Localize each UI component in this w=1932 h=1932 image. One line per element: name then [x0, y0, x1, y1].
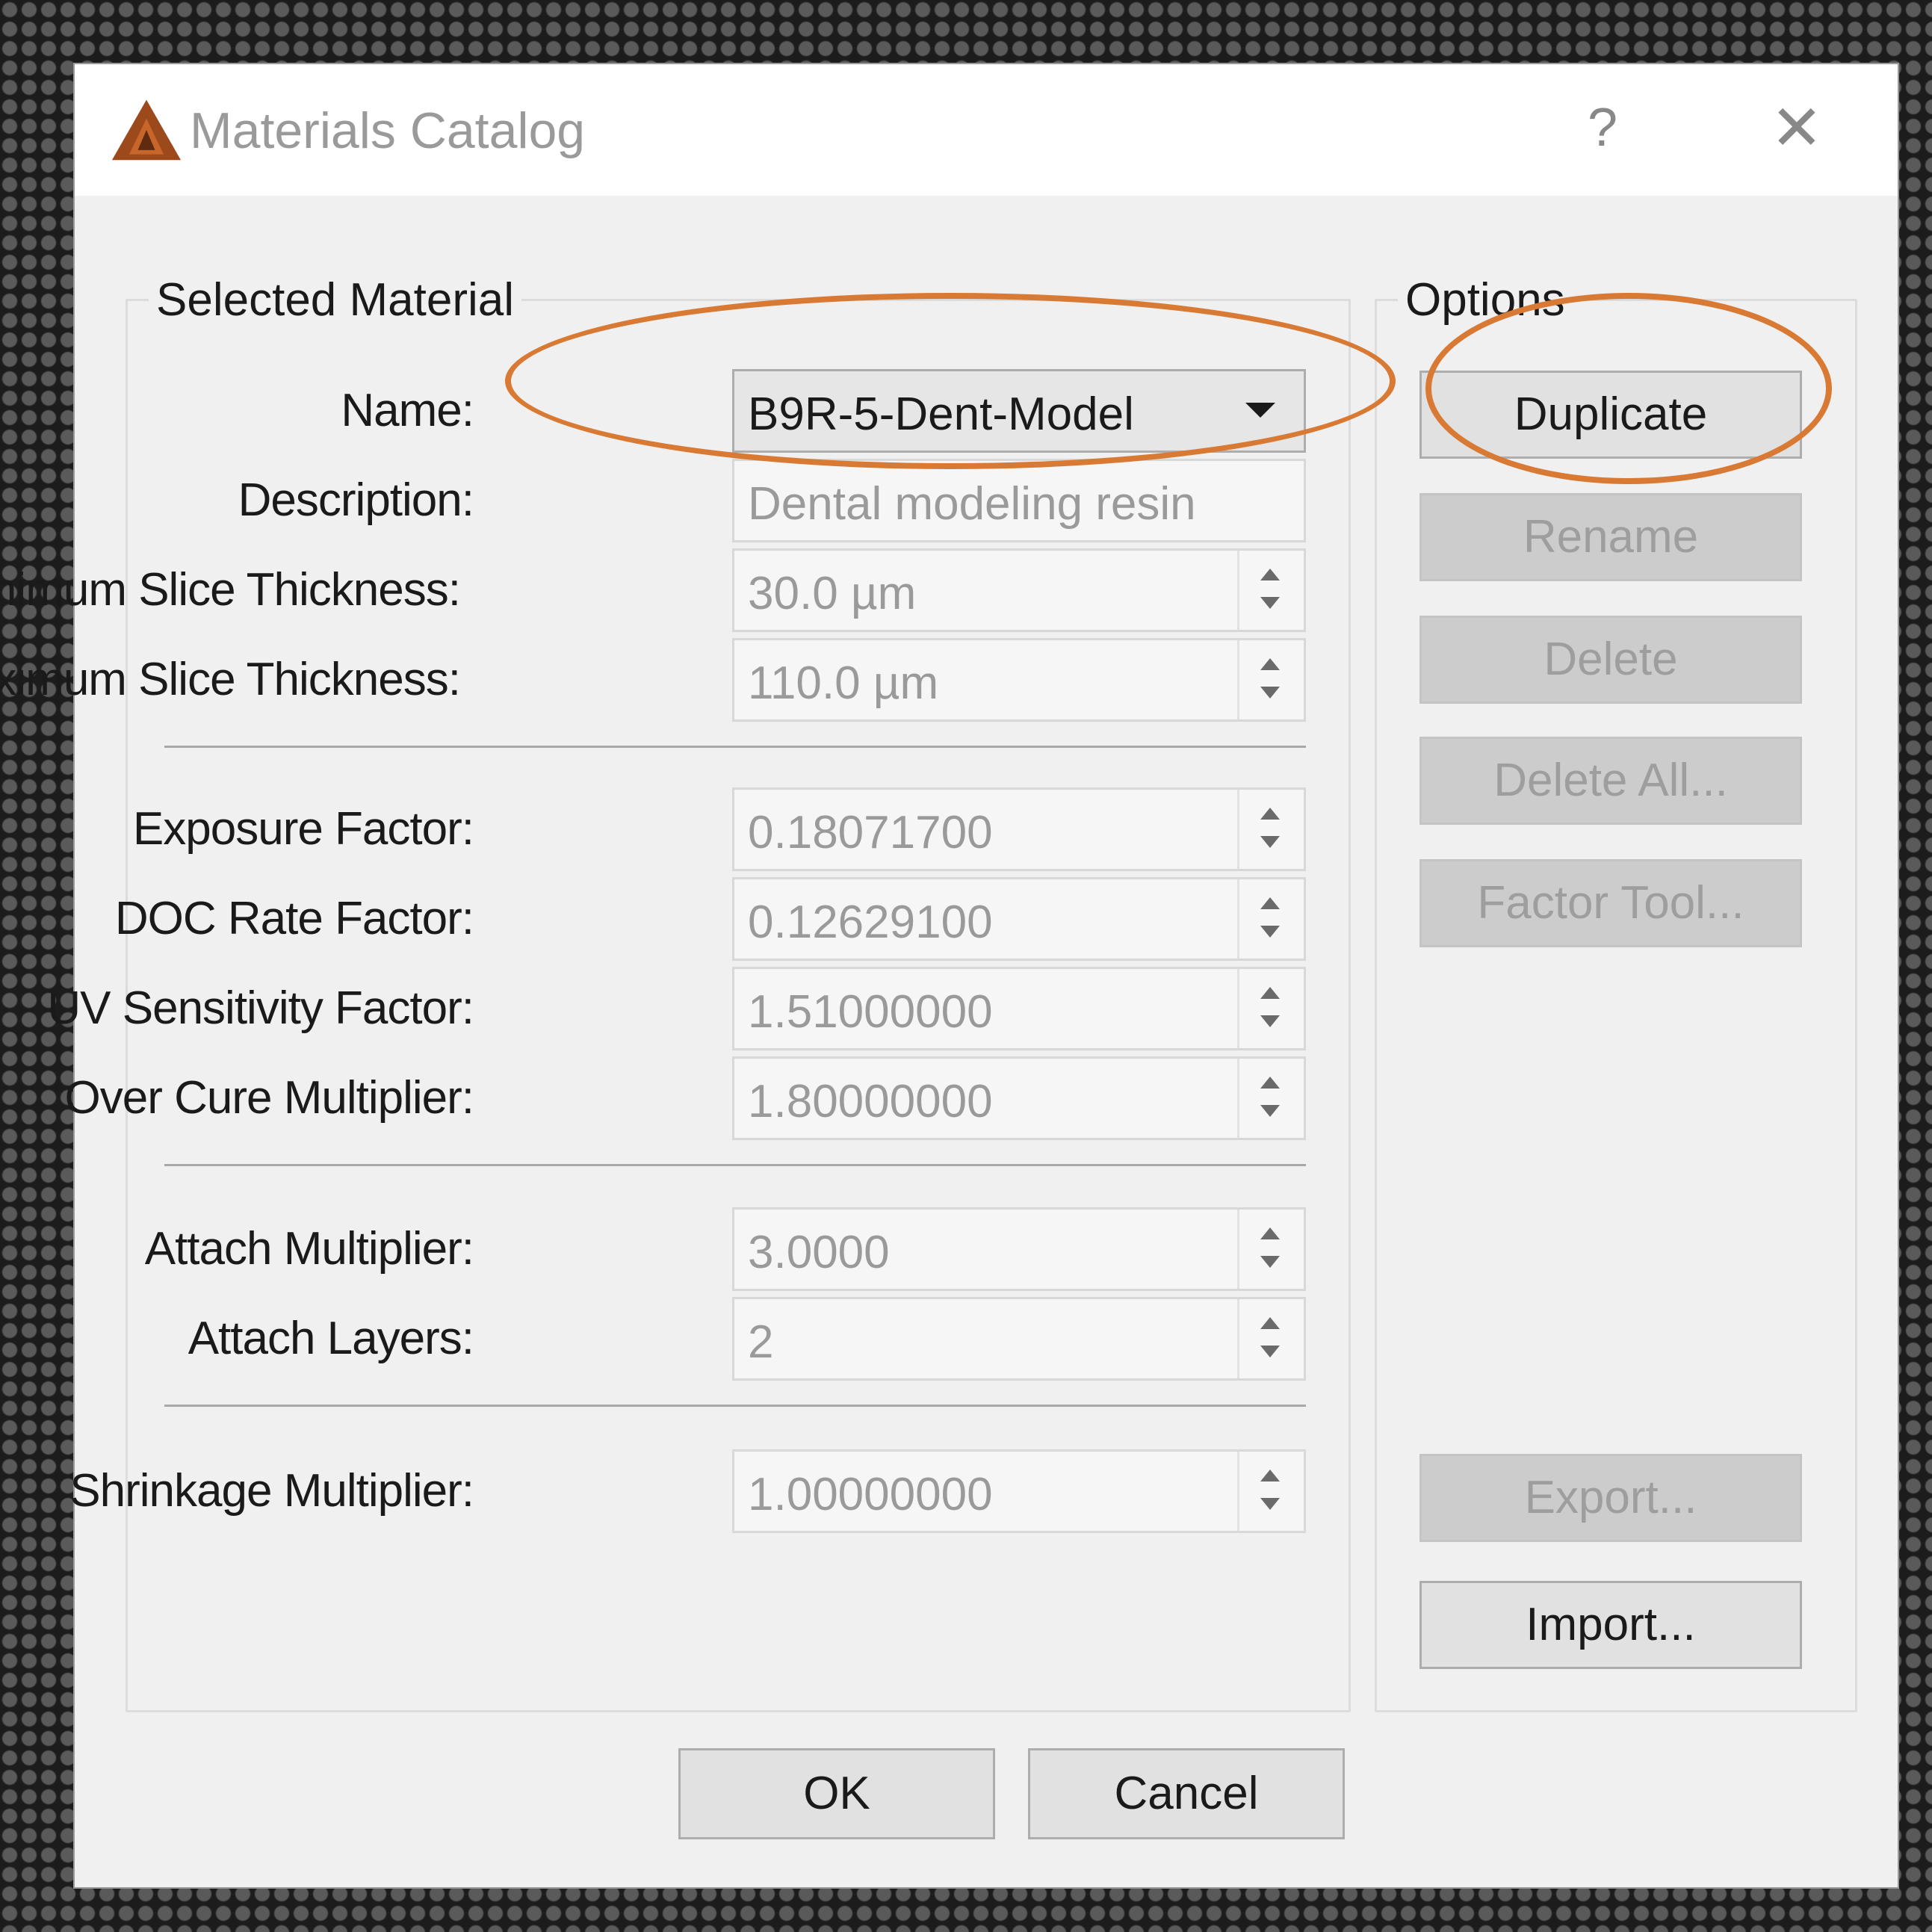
spin-arrows-icon[interactable]: [1237, 790, 1304, 869]
doc-rate-factor-spinbox[interactable]: 0.12629100: [732, 877, 1306, 961]
over-cure-value: 1.80000000: [748, 1076, 993, 1127]
attach-layers-label: Attach Layers:: [188, 1313, 474, 1364]
spin-arrows-icon[interactable]: [1237, 1210, 1304, 1289]
divider: [164, 1405, 1306, 1407]
over-cure-label: Over Cure Multiplier:: [64, 1072, 474, 1124]
options-legend: Options: [1405, 274, 1565, 326]
chevron-down-icon[interactable]: [1245, 403, 1275, 418]
description-field[interactable]: Dental modeling resin: [732, 459, 1306, 542]
doc-rate-factor-value: 0.12629100: [748, 897, 993, 948]
attach-layers-spinbox[interactable]: 2: [732, 1297, 1306, 1381]
name-value: B9R-5-Dent-Model: [748, 388, 1134, 440]
name-row: Name: B9R-5-Dent-Model: [75, 369, 1306, 457]
attach-multiplier-label: Attach Multiplier:: [144, 1223, 474, 1275]
rename-button[interactable]: Rename: [1419, 493, 1802, 581]
spin-arrows-icon[interactable]: [1237, 551, 1304, 630]
max-slice-label: Maximum Slice Thickness:: [0, 654, 461, 705]
exposure-factor-label: Exposure Factor:: [132, 803, 474, 855]
duplicate-button[interactable]: Duplicate: [1419, 371, 1802, 459]
over-cure-spinbox[interactable]: 1.80000000: [732, 1056, 1306, 1140]
exposure-factor-spinbox[interactable]: 0.18071700: [732, 787, 1306, 871]
selected-material-legend: Selected Material: [156, 274, 515, 326]
attach-layers-value: 2: [748, 1316, 774, 1368]
min-slice-spinbox[interactable]: 30.0 µm: [732, 548, 1306, 632]
window-title: Materials Catalog: [190, 102, 586, 159]
ok-button[interactable]: OK: [678, 1748, 995, 1839]
description-label: Description:: [238, 474, 474, 526]
divider: [164, 1164, 1306, 1166]
description-placeholder: Dental modeling resin: [748, 478, 1196, 530]
doc-rate-factor-row: DOC Rate Factor: 0.12629100: [75, 877, 1306, 965]
spin-arrows-icon[interactable]: [1237, 969, 1304, 1048]
cancel-button[interactable]: Cancel: [1028, 1748, 1345, 1839]
name-label: Name:: [341, 385, 474, 436]
spin-arrows-icon[interactable]: [1237, 640, 1304, 719]
attach-layers-row: Attach Layers: 2: [75, 1297, 1306, 1385]
spin-arrows-icon[interactable]: [1237, 1452, 1304, 1531]
min-slice-row: Minimum Slice Thickness: 30.0 µm: [0, 548, 1306, 637]
uv-sensitivity-label: UV Sensitivity Factor:: [47, 982, 474, 1034]
factor-tool-button[interactable]: Factor Tool...: [1419, 859, 1802, 947]
spin-arrows-icon[interactable]: [1237, 1059, 1304, 1138]
doc-rate-factor-label: DOC Rate Factor:: [114, 893, 474, 944]
uv-sensitivity-row: UV Sensitivity Factor: 1.51000000: [47, 967, 1306, 1055]
exposure-factor-row: Exposure Factor: 0.18071700: [75, 787, 1306, 876]
delete-button[interactable]: Delete: [1419, 616, 1802, 704]
close-button[interactable]: ✕: [1763, 94, 1830, 161]
max-slice-row: Maximum Slice Thickness: 110.0 µm: [0, 638, 1306, 726]
divider: [164, 746, 1306, 748]
spin-arrows-icon[interactable]: [1237, 879, 1304, 959]
title-bar: Materials Catalog ? ✕: [75, 64, 1898, 196]
attach-multiplier-spinbox[interactable]: 3.0000: [732, 1207, 1306, 1291]
shrinkage-spinbox[interactable]: 1.00000000: [732, 1449, 1306, 1533]
attach-multiplier-value: 3.0000: [748, 1227, 890, 1278]
shrinkage-row: Shrinkage Multiplier: 1.00000000: [69, 1449, 1306, 1538]
delete-all-button[interactable]: Delete All...: [1419, 737, 1802, 825]
description-row: Description: Dental modeling resin: [75, 459, 1306, 547]
import-button[interactable]: Import...: [1419, 1581, 1802, 1669]
over-cure-row: Over Cure Multiplier: 1.80000000: [65, 1056, 1306, 1145]
spin-arrows-icon[interactable]: [1237, 1299, 1304, 1378]
triangle-logo-icon: [111, 99, 182, 161]
min-slice-value: 30.0 µm: [748, 568, 917, 619]
uv-sensitivity-value: 1.51000000: [748, 986, 993, 1038]
shrinkage-value: 1.00000000: [748, 1469, 993, 1520]
min-slice-label: Minimum Slice Thickness:: [0, 564, 461, 616]
export-button[interactable]: Export...: [1419, 1454, 1802, 1542]
name-combobox[interactable]: B9R-5-Dent-Model: [732, 369, 1306, 453]
exposure-factor-value: 0.18071700: [748, 807, 993, 858]
shrinkage-label: Shrinkage Multiplier:: [69, 1465, 474, 1517]
help-button[interactable]: ?: [1569, 94, 1636, 161]
max-slice-spinbox[interactable]: 110.0 µm: [732, 638, 1306, 722]
materials-catalog-dialog: Materials Catalog ? ✕ Selected Material …: [0, 64, 1898, 1887]
uv-sensitivity-spinbox[interactable]: 1.51000000: [732, 967, 1306, 1050]
attach-multiplier-row: Attach Multiplier: 3.0000: [75, 1207, 1306, 1295]
max-slice-value: 110.0 µm: [748, 657, 939, 709]
